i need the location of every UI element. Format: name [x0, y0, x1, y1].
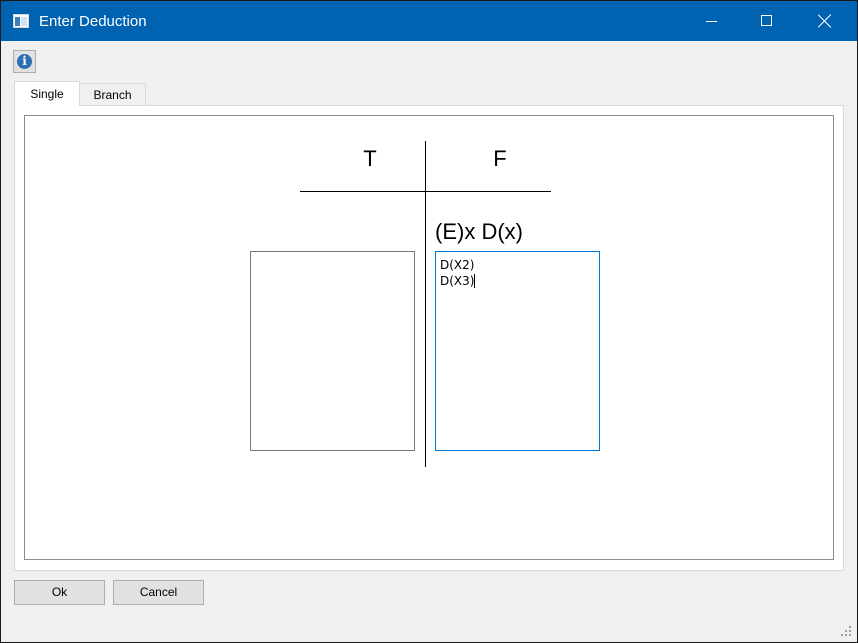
false-column-header: F [493, 146, 507, 171]
info-button[interactable]: i [13, 50, 36, 73]
minimize-icon [706, 21, 717, 22]
cancel-button[interactable]: Cancel [113, 580, 204, 605]
info-icon: i [17, 54, 32, 69]
resize-grip-icon[interactable] [841, 626, 853, 638]
false-entry: D(X3) [440, 274, 475, 288]
ok-button[interactable]: Ok [14, 580, 105, 605]
title-bar[interactable]: Enter Deduction [1, 1, 857, 41]
dialog-window: Enter Deduction i Single Branch T F (E)x… [0, 0, 858, 643]
maximize-icon [761, 15, 772, 26]
close-button[interactable] [798, 1, 856, 41]
false-entry: D(X2) [440, 258, 475, 272]
tab-single[interactable]: Single [14, 81, 80, 106]
minimize-button[interactable] [682, 1, 740, 41]
maximize-button[interactable] [738, 1, 796, 41]
window-title: Enter Deduction [39, 13, 147, 30]
false-entries-textarea[interactable]: D(X2) D(X3) [435, 251, 600, 451]
close-icon [818, 14, 832, 28]
true-entries-textarea[interactable] [250, 251, 415, 451]
text-caret [474, 274, 475, 288]
app-window-icon [13, 14, 29, 28]
tableau-vertical-line [425, 141, 426, 467]
formula-label: (E)x D(x) [435, 219, 523, 244]
tableau-canvas: T F (E)x D(x) D(X2) D(X3) [24, 115, 834, 560]
true-column-header: T [363, 146, 377, 171]
tab-branch[interactable]: Branch [79, 83, 146, 105]
